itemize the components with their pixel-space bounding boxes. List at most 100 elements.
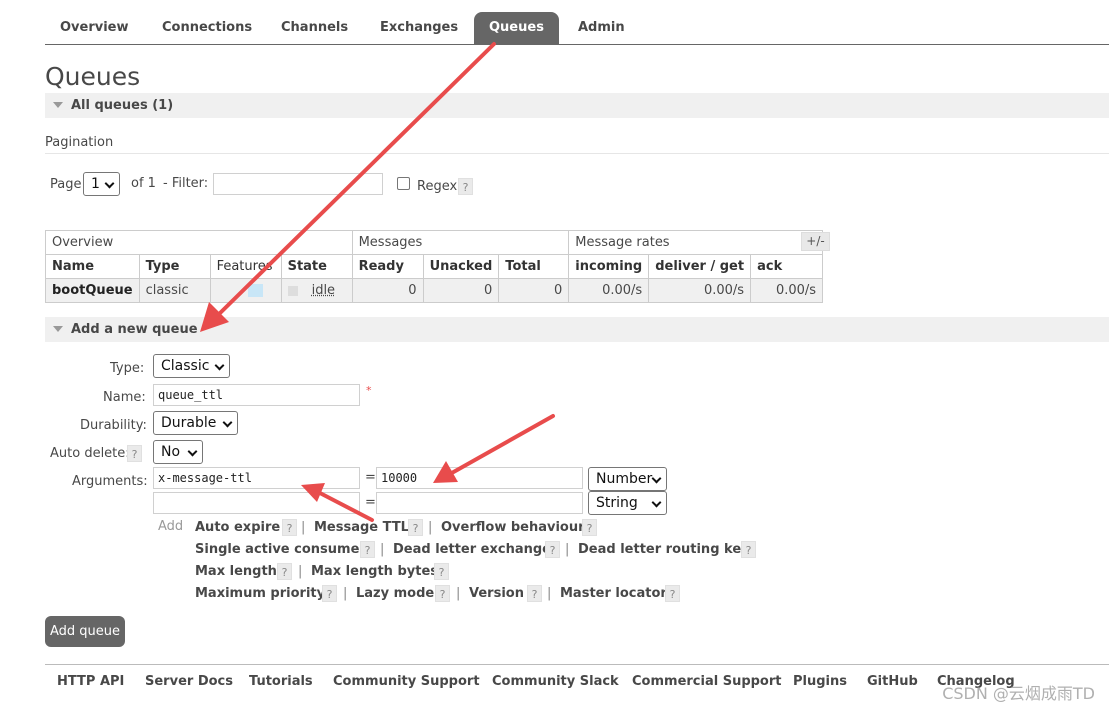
tab-exchanges[interactable]: Exchanges [365,12,473,44]
annotation-arrow [448,414,555,476]
help-icon[interactable]: ? [360,541,375,558]
regex-label: Regex [417,179,458,194]
type-select[interactable]: Classic [153,354,230,378]
regex-checkbox[interactable] [397,177,410,190]
regex-help-icon[interactable]: ? [458,178,473,195]
arg-link-overflow-behaviour[interactable]: Overflow behaviour [441,520,585,535]
argument-type-select-1[interactable]: Number [588,467,667,491]
page-select[interactable]: 1 [83,172,120,196]
incoming-rate: 0.00/s [568,278,650,303]
help-icon[interactable]: ? [277,563,292,580]
separator: | [565,542,570,557]
name-label: Name: [103,390,146,405]
arg-link-dead-letter-exchange[interactable]: Dead letter exchange [393,542,551,557]
arg-link-dead-letter-routing-key[interactable]: Dead letter routing key [578,542,750,557]
add-queue-toggle[interactable]: Add a new queue [45,317,1109,342]
col-total[interactable]: Total [498,254,570,279]
tab-overview[interactable]: Overview [45,12,144,44]
chevron-down-icon [651,497,662,508]
arg-link-max-length[interactable]: Max length [195,564,277,579]
col-deliver-get[interactable]: deliver / get [648,254,752,279]
col-name[interactable]: Name [45,254,140,279]
ack-rate: 0.00/s [750,278,824,303]
queue-name-link[interactable]: bootQueue [45,278,140,303]
group-header-message-rates: Message rates [568,230,824,255]
help-icon[interactable]: ? [545,541,560,558]
required-marker: * [366,384,372,397]
argument-type-select-2[interactable]: String [588,491,667,515]
separator: | [380,542,385,557]
all-queues-label: All queues (1) [71,98,174,113]
auto-delete-select[interactable]: No [153,440,203,464]
tab-queues[interactable]: Queues [474,12,559,44]
col-incoming[interactable]: incoming [568,254,650,279]
arg-link-single-active-consumer[interactable]: Single active consumer [195,542,366,557]
arg-link-version[interactable]: Version [469,586,524,601]
footer-link-github[interactable]: GitHub [867,674,918,689]
arg-link-max-length-bytes[interactable]: Max length bytes [311,564,438,579]
col-features[interactable]: Features [209,254,282,279]
footer-link-plugins[interactable]: Plugins [793,674,847,689]
help-icon[interactable]: ? [435,585,450,602]
help-icon[interactable]: ? [741,541,756,558]
queue-name-input[interactable]: queue_ttl [153,384,360,406]
col-ack[interactable]: ack [750,254,824,279]
durability-select[interactable]: Durable [153,411,238,435]
help-icon[interactable]: ? [282,519,297,536]
arg-link-lazy-mode[interactable]: Lazy mode [356,586,434,601]
help-icon[interactable]: ? [408,519,423,536]
state-cell: idle [280,278,353,303]
arg-link-auto-expire[interactable]: Auto expire [195,520,280,535]
auto-delete-help-icon[interactable]: ? [127,445,142,462]
help-icon[interactable]: ? [527,585,542,602]
equals-sign: = [365,495,376,510]
footer-link-community-support[interactable]: Community Support [333,674,480,689]
footer-link-tutorials[interactable]: Tutorials [249,674,313,689]
col-type[interactable]: Type [138,254,211,279]
argument-value-input-1[interactable]: 10000 [376,467,583,489]
filter-input[interactable] [213,173,383,195]
add-queue-section-label: Add a new queue [71,322,198,337]
argument-key-input-2[interactable] [153,492,360,514]
col-ready[interactable]: Ready [351,254,424,279]
group-header-overview: Overview [45,230,353,255]
divider [45,153,1109,154]
help-icon[interactable]: ? [582,519,597,536]
col-state[interactable]: State [280,254,353,279]
group-header-messages: Messages [351,230,570,255]
ready-count: 0 [351,278,424,303]
chevron-down-icon [187,446,198,457]
help-icon[interactable]: ? [322,585,337,602]
help-icon[interactable]: ? [434,563,449,580]
queue-state: idle [311,283,336,298]
all-queues-toggle[interactable]: All queues (1) [45,93,1109,118]
footer-link-community-slack[interactable]: Community Slack [492,674,619,689]
separator: | [301,520,306,535]
total-count: 0 [498,278,570,303]
page-label: Page [50,177,82,192]
page-title: Queues [45,62,141,91]
add-queue-button[interactable]: Add queue [45,616,125,647]
watermark: CSDN @云烟成雨TD [942,684,1095,703]
columns-toggle-button[interactable]: +/- [801,232,830,251]
arg-link-message-ttl[interactable]: Message TTL [314,520,409,535]
type-label: Type: [110,361,145,376]
arg-link-master-locator[interactable]: Master locator [560,586,667,601]
tab-channels[interactable]: Channels [266,12,363,44]
help-icon[interactable]: ? [665,585,680,602]
argument-key-input-1[interactable]: x-message-ttl [153,467,360,489]
footer-link-server-docs[interactable]: Server Docs [145,674,233,689]
table-row: bootQueue classic D idle 0 0 0 0.00/s 0.… [45,278,824,303]
tab-connections[interactable]: Connections [147,12,267,44]
unacked-count: 0 [422,278,500,303]
chevron-down-icon [104,178,115,189]
footer-link-commercial-support[interactable]: Commercial Support [632,674,782,689]
chevron-down-icon [651,473,662,484]
col-unacked[interactable]: Unacked [422,254,500,279]
tab-admin[interactable]: Admin [563,12,640,44]
footer-link-http-api[interactable]: HTTP API [57,674,124,689]
separator: | [343,586,348,601]
arg-link-maximum-priority[interactable]: Maximum priority [195,586,325,601]
argument-value-input-2[interactable] [376,492,583,514]
auto-delete-label: Auto delete: [50,446,130,461]
